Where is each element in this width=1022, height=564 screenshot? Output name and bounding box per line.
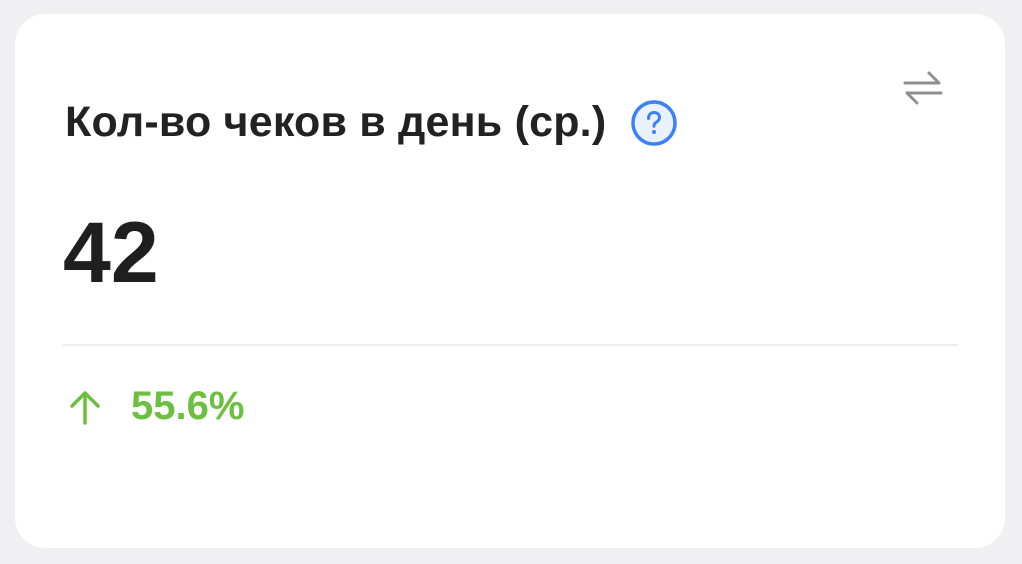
card-title: Кол-во чеков в день (ср.) (65, 98, 607, 146)
arrow-up-icon (65, 387, 105, 427)
change-percent: 55.6% (131, 384, 245, 428)
swap-arrows-icon[interactable] (901, 66, 945, 110)
metric-change: 55.6% (65, 384, 244, 429)
card-header: Кол-во чеков в день (ср.) (65, 98, 678, 147)
metric-card: Кол-во чеков в день (ср.) 42 55.6% (15, 14, 1005, 548)
metric-value: 42 (63, 205, 159, 301)
question-circle-icon[interactable] (630, 99, 678, 147)
divider (63, 344, 957, 346)
